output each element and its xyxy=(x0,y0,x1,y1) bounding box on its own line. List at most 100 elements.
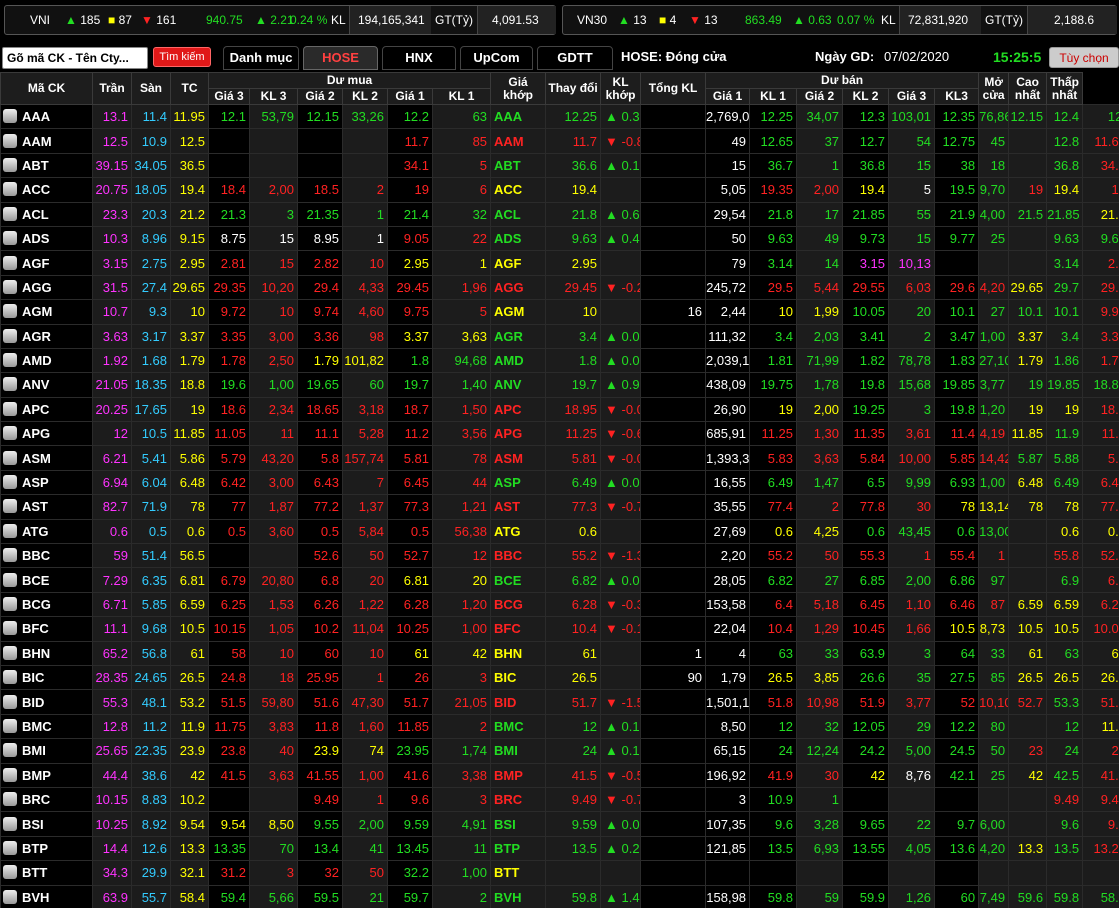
header-ask-vol-2[interactable]: KL 2 xyxy=(842,88,890,105)
header-ask-price-2[interactable]: Giá 2 xyxy=(796,88,844,105)
symbol-cell[interactable]: BMP xyxy=(0,762,93,788)
watchlist-checkbox-icon[interactable] xyxy=(3,743,17,758)
stock-row[interactable]: BTP 14.4 12.6 13.3 13.35 70 13.4 41 13.45 11 BTP 13… xyxy=(0,835,1119,862)
watchlist-checkbox-icon[interactable] xyxy=(3,840,17,855)
header-ask-price-1[interactable]: Giá 1 xyxy=(705,88,751,105)
tab-gdtt[interactable]: GDTT xyxy=(537,46,613,70)
stock-row[interactable]: BTT 34.3 29.9 32.1 31.2 3 32 50 32.2 1,00 BTT xyxy=(0,860,1119,886)
stock-row[interactable]: AST 82.7 71.9 78 77 1,87 77.2 1,37 77.3 1,21 AST 77… xyxy=(0,494,1119,520)
stock-row[interactable]: ANV 21.05 18.35 18.8 19.6 1,00 19.65 60 19.7 1,40… xyxy=(0,372,1119,398)
symbol-cell[interactable]: BBC xyxy=(0,543,93,569)
watchlist-checkbox-icon[interactable] xyxy=(3,426,17,441)
stock-row[interactable]: BRC10.158.8310.29.4919.63BRC9.49▼ -0.713… xyxy=(0,786,1119,813)
symbol-cell[interactable]: ANV xyxy=(0,372,93,398)
symbol-cell[interactable]: BCE xyxy=(0,567,93,593)
watchlist-checkbox-icon[interactable] xyxy=(3,816,17,831)
tab-hose[interactable]: HOSE xyxy=(303,46,378,70)
stock-row[interactable]: BHN 65.2 56.8 61 58 10 60 10 61 42 BHN 61 1 4 63 33 63.9… xyxy=(0,640,1119,666)
header-ask-vol-3[interactable]: KL3 xyxy=(934,88,980,105)
stock-row[interactable]: ASP 6.94 6.04 6.48 6.42 3,00 6.43 7 6.45 44 ASP 6.4… xyxy=(0,469,1119,496)
symbol-cell[interactable]: APC xyxy=(0,396,93,423)
watchlist-checkbox-icon[interactable] xyxy=(3,694,17,709)
tab-hnx[interactable]: HNX xyxy=(382,46,456,70)
stock-row[interactable]: AGG 31.5 27.4 29.65 29.35 10,20 29.4 4,33 29.45 1… xyxy=(0,274,1119,301)
watchlist-checkbox-icon[interactable] xyxy=(3,499,17,514)
header-symbol[interactable]: Mã CK xyxy=(0,72,93,105)
watchlist-checkbox-icon[interactable] xyxy=(3,670,17,685)
stock-row[interactable]: ACC 20.75 18.05 19.4 18.4 2,00 18.5 2 19 6 ACC 19.4… xyxy=(0,177,1119,203)
symbol-cell[interactable]: ASM xyxy=(0,445,93,471)
watchlist-checkbox-icon[interactable] xyxy=(3,231,17,246)
header-match-volume[interactable]: KL khớp xyxy=(600,72,642,105)
symbol-cell[interactable]: BMI xyxy=(0,738,93,764)
symbol-cell[interactable]: AAM xyxy=(0,128,93,154)
header-low[interactable]: Thấp nhất xyxy=(1046,72,1084,105)
watchlist-checkbox-icon[interactable] xyxy=(3,792,17,807)
symbol-cell[interactable]: BID xyxy=(0,689,93,715)
symbol-cell[interactable]: BFC xyxy=(0,616,93,642)
watchlist-checkbox-icon[interactable] xyxy=(3,255,17,270)
header-bid-vol-3[interactable]: KL 3 xyxy=(249,88,298,105)
watchlist-checkbox-icon[interactable] xyxy=(3,377,17,392)
symbol-cell[interactable]: ATG xyxy=(0,518,93,545)
stock-row[interactable]: ATG 0.6 0.5 0.6 0.5 3,60 0.5 5,84 0.5 56,38 ATG 0.6… xyxy=(0,518,1119,545)
watchlist-checkbox-icon[interactable] xyxy=(3,889,17,904)
stock-row[interactable]: AAM12.510.912.511.785AAM11.7▼ -0.804912.… xyxy=(0,128,1119,154)
stock-row[interactable]: ASM 6.21 5.41 5.86 5.79 43,20 5.8 157,74 5.81 78 A… xyxy=(0,445,1119,471)
watchlist-checkbox-icon[interactable] xyxy=(3,645,17,660)
symbol-cell[interactable]: AGF xyxy=(0,250,93,276)
symbol-cell[interactable]: AAA xyxy=(0,103,93,130)
watchlist-checkbox-icon[interactable] xyxy=(3,718,17,733)
header-change[interactable]: Thay đổi xyxy=(545,72,602,105)
symbol-cell[interactable]: ADS xyxy=(0,225,93,252)
symbol-cell[interactable]: BIC xyxy=(0,664,93,691)
watchlist-checkbox-icon[interactable] xyxy=(3,572,17,587)
symbol-cell[interactable]: ABT xyxy=(0,152,93,179)
symbol-cell[interactable]: APG xyxy=(0,421,93,447)
header-high[interactable]: Cao nhất xyxy=(1008,72,1048,105)
watchlist-checkbox-icon[interactable] xyxy=(3,328,17,343)
header-bid-vol-1[interactable]: KL 1 xyxy=(431,88,492,105)
header-ask-price-3[interactable]: Giá 3 xyxy=(888,88,936,105)
search-button[interactable]: Tìm kiếm xyxy=(153,47,211,67)
watchlist-checkbox-icon[interactable] xyxy=(3,767,17,782)
stock-row[interactable]: ACL 23.3 20.3 21.2 21.3 3 21.35 1 21.4 32 ACL 21.8 ▲… xyxy=(0,201,1119,227)
stock-row[interactable]: BFC 11.1 9.68 10.5 10.15 1,05 10.2 11,04 10.25 1,… xyxy=(0,616,1119,642)
symbol-cell[interactable]: BMC xyxy=(0,713,93,740)
watchlist-checkbox-icon[interactable] xyxy=(3,182,17,197)
tab-upcom[interactable]: UpCom xyxy=(460,46,533,70)
symbol-cell[interactable]: BTT xyxy=(0,860,93,886)
header-floor[interactable]: Sàn xyxy=(131,72,171,105)
stock-row[interactable]: AGR 3.63 3.17 3.37 3.35 3,00 3.36 98 3.37 3,63 AGR… xyxy=(0,323,1119,349)
stock-row[interactable]: BCG 6.71 5.85 6.59 6.25 1,53 6.26 1,22 6.28 1,20 B… xyxy=(0,591,1119,618)
stock-row[interactable]: BBC 59 51.4 56.5 52.6 50 52.7 12 BBC 55.2 ▼ -1.3 2,… xyxy=(0,543,1119,569)
stock-row[interactable]: APC 20.25 17.65 19 18.6 2,34 18.65 3,18 18.7 1,50… xyxy=(0,396,1119,423)
header-bid-price-3[interactable]: Giá 3 xyxy=(208,88,250,105)
symbol-cell[interactable]: AGG xyxy=(0,274,93,301)
search-input[interactable] xyxy=(2,47,148,69)
stock-row[interactable]: BVH 63.9 55.7 58.4 59.4 5,66 59.5 21 59.7 2 BVH 59.… xyxy=(0,884,1119,908)
symbol-cell[interactable]: AST xyxy=(0,494,93,520)
watchlist-checkbox-icon[interactable] xyxy=(3,353,17,368)
symbol-cell[interactable]: BTP xyxy=(0,835,93,862)
watchlist-checkbox-icon[interactable] xyxy=(3,597,17,611)
stock-row[interactable]: BSI 10.25 8.92 9.54 9.54 8,50 9.55 2,00 9.59 4,91… xyxy=(0,811,1119,837)
symbol-cell[interactable]: ACL xyxy=(0,201,93,227)
header-ask-vol-1[interactable]: KL 1 xyxy=(749,88,798,105)
tab-watchlist[interactable]: Danh mục xyxy=(223,46,299,70)
watchlist-checkbox-icon[interactable] xyxy=(3,206,17,221)
stock-row[interactable]: AAA 13.1 11.4 11.95 12.1 53,79 12.15 33,26 12.2 6… xyxy=(0,103,1119,130)
symbol-cell[interactable]: BVH xyxy=(0,884,93,908)
header-bid-price-1[interactable]: Giá 1 xyxy=(387,88,433,105)
stock-row[interactable]: AGF 3.15 2.75 2.95 2.81 15 2.82 10 2.95 1 AGF 2.95 7… xyxy=(0,250,1119,276)
stock-row[interactable]: BMI 25.65 22.35 23.9 23.8 40 23.9 74 23.95 1,74 BM… xyxy=(0,738,1119,764)
watchlist-checkbox-icon[interactable] xyxy=(3,157,17,172)
symbol-cell[interactable]: BSI xyxy=(0,811,93,837)
stock-row[interactable]: APG 12 10.5 11.85 11.05 11 11.1 5,28 11.2 3,56 APG… xyxy=(0,421,1119,447)
stock-row[interactable]: BMC 12.8 11.2 11.9 11.75 3,83 11.8 1,60 11.85 2 BM… xyxy=(0,713,1119,740)
symbol-cell[interactable]: AGM xyxy=(0,299,93,325)
symbol-cell[interactable]: BRC xyxy=(0,786,93,813)
watchlist-checkbox-icon[interactable] xyxy=(3,523,17,538)
symbol-cell[interactable]: ACC xyxy=(0,177,93,203)
symbol-cell[interactable]: AMD xyxy=(0,347,93,374)
